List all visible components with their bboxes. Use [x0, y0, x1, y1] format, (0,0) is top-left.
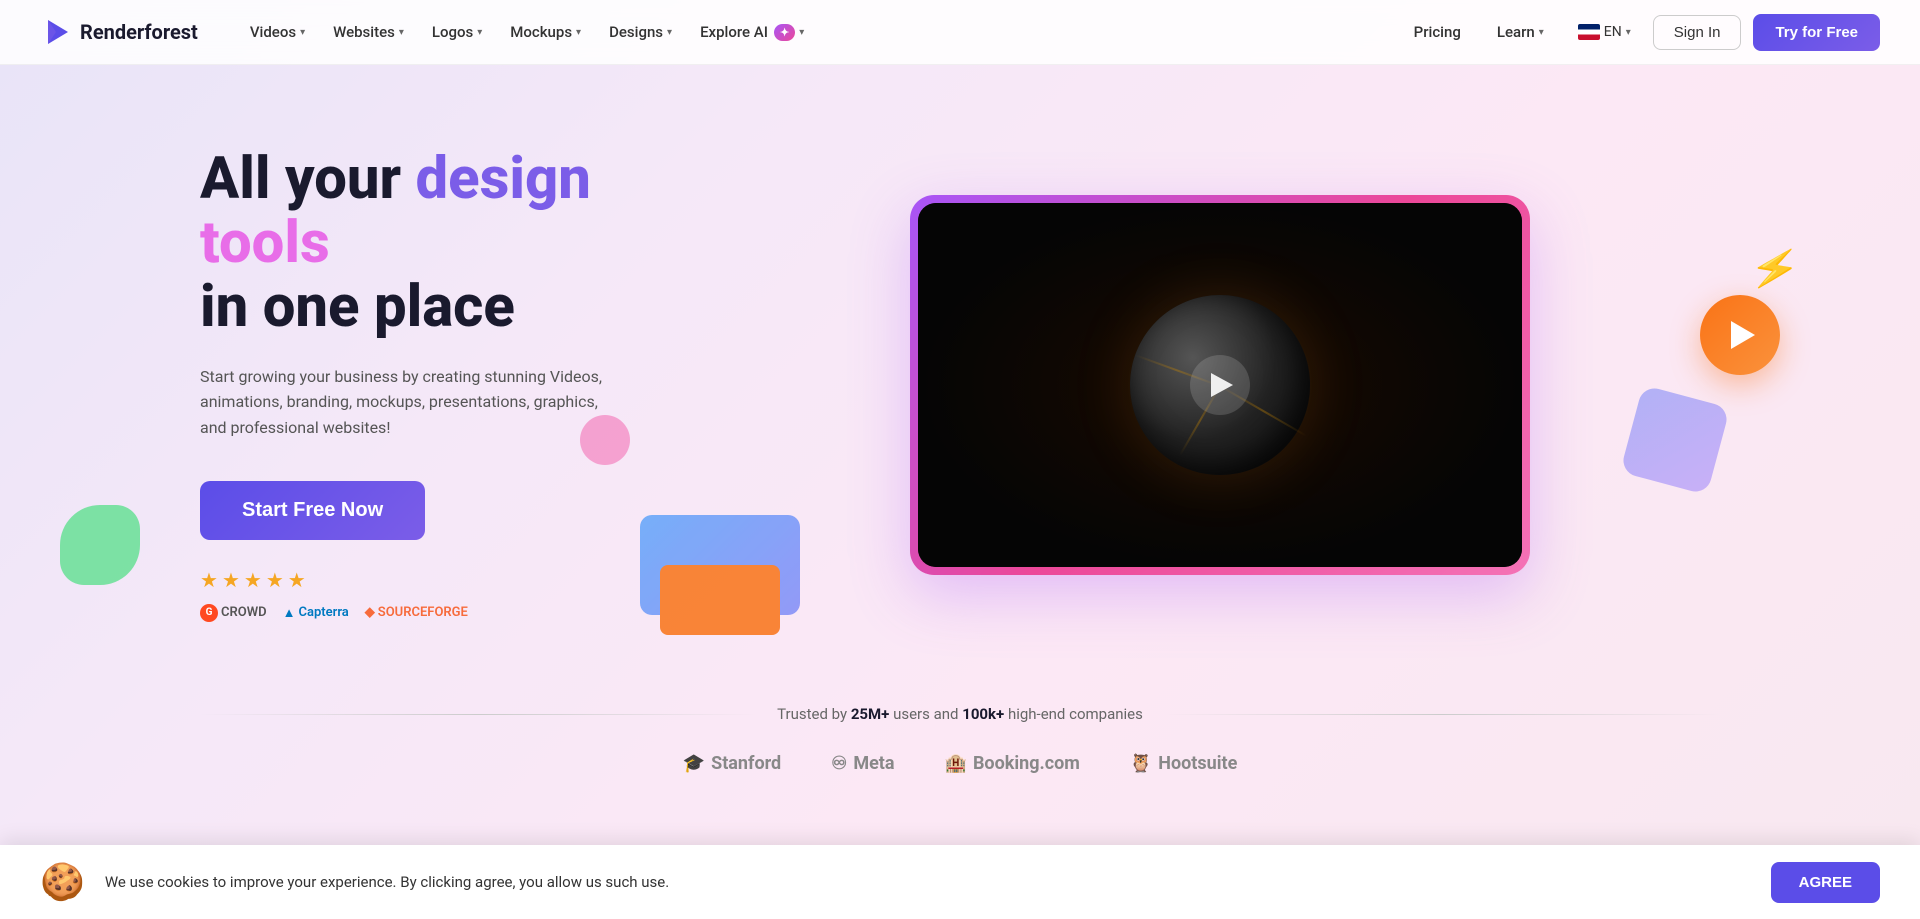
chevron-down-icon: ▾	[576, 27, 581, 38]
logo-text: Renderforest	[80, 20, 198, 44]
chevron-down-icon: ▾	[399, 27, 404, 38]
nav-item-mockups[interactable]: Mockups ▾	[498, 15, 593, 49]
video-play-button[interactable]	[1190, 355, 1250, 415]
agree-button[interactable]: AGREE	[1771, 862, 1880, 903]
new-badge: ✦	[774, 24, 795, 41]
star-1: ★	[200, 568, 218, 592]
cookie-text: We use cookies to improve your experienc…	[105, 872, 1751, 893]
nav-item-explore-ai[interactable]: Explore AI ✦ ▾	[688, 15, 816, 49]
company-logos: 🎓 Stanford ♾ Meta 🏨 Booking.com 🦉 Hootsu…	[200, 753, 1720, 774]
logo-hootsuite: 🦉 Hootsuite	[1130, 753, 1237, 774]
nav-language-selector[interactable]: EN ▾	[1568, 18, 1641, 46]
star-3: ★	[244, 568, 262, 592]
trusted-divider: Trusted by 25M+ users and 100k+ high-end…	[200, 705, 1720, 723]
logo-icon	[40, 16, 72, 48]
nav-right: Pricing Learn ▾ EN ▾ Sign In Try for Fre…	[1402, 14, 1880, 51]
sign-in-button[interactable]: Sign In	[1653, 15, 1742, 50]
navbar: Renderforest Videos ▾ Websites ▾ Logos ▾…	[0, 0, 1920, 65]
badge-sourceforge: ◆ SOURCEFORGE	[365, 605, 468, 620]
logo-booking: 🏨 Booking.com	[945, 753, 1080, 774]
video-frame	[910, 195, 1530, 575]
booking-icon: 🏨	[945, 753, 967, 774]
badge-capterra: ▲ Capterra	[283, 605, 349, 621]
divider-right	[1163, 714, 1720, 715]
g2-logo-icon: G	[200, 604, 218, 622]
logo-meta: ♾ Meta	[831, 753, 894, 774]
flag-icon	[1578, 24, 1600, 40]
hero-section: All your design toolsin one place Start …	[0, 65, 1920, 685]
meta-icon: ♾	[831, 753, 847, 774]
cookie-banner: 🍪 We use cookies to improve your experie…	[0, 845, 1920, 919]
hero-title-part2: in one place	[200, 273, 515, 341]
hero-title-design: design	[416, 145, 591, 213]
nav-item-logos[interactable]: Logos ▾	[420, 15, 494, 49]
divider-left	[200, 714, 757, 715]
star-4: ★	[266, 568, 284, 592]
hootsuite-icon: 🦉	[1130, 753, 1152, 774]
star-5: ★	[288, 568, 306, 592]
nav-pricing[interactable]: Pricing	[1402, 15, 1473, 49]
decorative-blob-green	[60, 505, 140, 585]
logo-stanford: 🎓 Stanford	[683, 753, 781, 774]
chevron-down-icon: ▾	[1626, 27, 1631, 38]
trusted-text: Trusted by 25M+ users and 100k+ high-end…	[777, 705, 1143, 723]
nav-item-designs[interactable]: Designs ▾	[597, 15, 684, 49]
stanford-icon: 🎓	[683, 753, 705, 774]
logo-link[interactable]: Renderforest	[40, 16, 198, 48]
nav-learn[interactable]: Learn ▾	[1485, 15, 1556, 49]
badge-g2crowd: G CROWD	[200, 604, 267, 622]
hero-title-part1: All your	[200, 145, 416, 213]
trusted-companies: 100k+	[962, 705, 1004, 723]
decorative-lightning-icon: ⚡	[1746, 241, 1803, 296]
cookie-emoji-icon: 🍪	[40, 861, 85, 903]
chevron-down-icon: ▾	[799, 27, 804, 38]
trusted-users: 25M+	[851, 705, 890, 723]
chevron-down-icon: ▾	[667, 27, 672, 38]
nav-links: Videos ▾ Websites ▾ Logos ▾ Mockups ▾ De…	[238, 15, 1402, 49]
nav-item-videos[interactable]: Videos ▾	[238, 15, 317, 49]
hero-right: ⚡	[720, 195, 1720, 575]
video-inner	[918, 203, 1522, 567]
chevron-down-icon: ▾	[477, 27, 482, 38]
trusted-section: Trusted by 25M+ users and 100k+ high-end…	[0, 685, 1920, 794]
decorative-card-orange	[660, 565, 780, 635]
badge-sf-text: SOURCEFORGE	[378, 605, 468, 620]
hero-title-tools: tools	[200, 209, 330, 277]
chevron-down-icon: ▾	[300, 27, 305, 38]
decorative-card-blue	[640, 515, 800, 615]
try-for-free-button[interactable]: Try for Free	[1753, 14, 1880, 51]
hero-title: All your design toolsin one place	[200, 148, 720, 339]
nav-item-websites[interactable]: Websites ▾	[321, 15, 416, 49]
badge-crowd-text: CROWD	[221, 605, 267, 620]
capterra-icon: ▲	[283, 605, 296, 621]
chevron-down-icon: ▾	[1539, 27, 1544, 38]
star-2: ★	[222, 568, 240, 592]
sf-icon: ◆	[365, 605, 375, 620]
decorative-play-button	[1700, 295, 1780, 375]
video-scene	[918, 203, 1522, 567]
hero-subtitle: Start growing your business by creating …	[200, 364, 620, 441]
badge-capterra-text: Capterra	[298, 605, 348, 620]
start-free-now-button[interactable]: Start Free Now	[200, 481, 425, 540]
decorative-square-blue	[1620, 385, 1730, 495]
